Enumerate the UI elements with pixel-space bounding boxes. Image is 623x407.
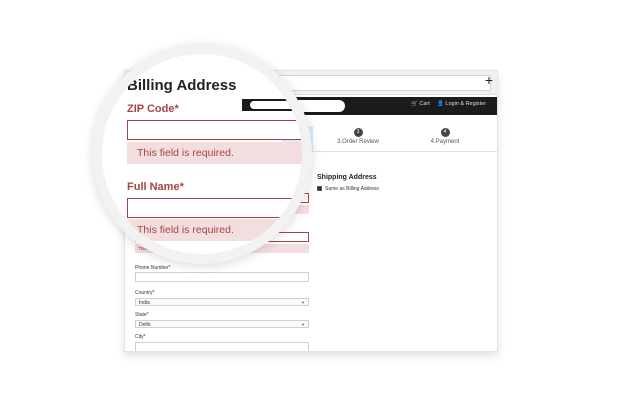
city-field[interactable] xyxy=(135,342,309,351)
magnified-content: Billing Address ZIP Code* This field is … xyxy=(102,54,302,254)
user-icon: 👤 xyxy=(437,101,444,107)
fullname-error: This field is required. xyxy=(127,219,302,241)
chevron-down-icon: ▼ xyxy=(301,322,305,327)
billing-title: Billing Address xyxy=(127,77,237,94)
fullname-field[interactable] xyxy=(127,198,302,218)
new-tab-icon[interactable]: + xyxy=(485,72,493,88)
login-link[interactable]: 👤 Login & Register xyxy=(437,101,486,107)
cart-link[interactable]: 🛒 Cart xyxy=(411,101,430,107)
zip-label: ZIP Code* xyxy=(127,103,179,115)
phone-label: Phone Number* xyxy=(135,265,171,271)
zip-field[interactable] xyxy=(127,120,302,140)
country-select[interactable]: India ▼ xyxy=(135,298,309,306)
state-label: State* xyxy=(135,312,149,318)
shipping-title: Shipping Address xyxy=(317,174,377,181)
step-payment-label: 4.Payment xyxy=(430,139,460,145)
country-label: Country* xyxy=(135,290,155,296)
step-order-review[interactable]: 3 3.Order Review xyxy=(323,128,393,145)
login-label: Login & Register xyxy=(445,101,487,107)
cart-icon: 🛒 xyxy=(411,101,418,107)
order-review-icon: 3 xyxy=(353,128,363,137)
same-as-billing-checkbox[interactable]: Same as Billing Address xyxy=(317,186,379,192)
magnifier-lens: Billing Address ZIP Code* This field is … xyxy=(92,44,312,264)
step-order-review-label: 3.Order Review xyxy=(337,139,379,145)
city-label: City* xyxy=(135,334,146,340)
payment-icon: 4 xyxy=(440,128,450,137)
stage: m + 🛒 Cart 👤 Login & Register 3 3.Order … xyxy=(0,0,623,407)
zip-error: This field is required. xyxy=(127,142,302,164)
chevron-down-icon: ▼ xyxy=(301,300,305,305)
phone-field[interactable] xyxy=(135,272,309,282)
checkbox-icon xyxy=(317,186,322,192)
state-value: Delhi xyxy=(139,322,151,328)
state-select[interactable]: Delhi ▼ xyxy=(135,320,309,328)
country-value: India xyxy=(139,300,150,306)
same-as-billing-label: Same as Billing Address xyxy=(325,186,379,192)
fullname-label: Full Name* xyxy=(127,181,184,193)
cart-label: Cart xyxy=(419,101,430,107)
step-payment[interactable]: 4 4.Payment xyxy=(410,128,480,145)
